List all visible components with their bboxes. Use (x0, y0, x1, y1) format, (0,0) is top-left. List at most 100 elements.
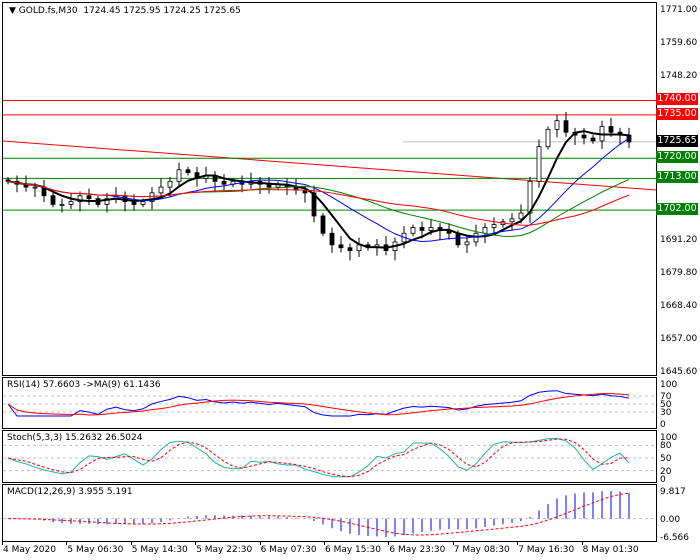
price-chart-panel[interactable]: ▼ GOLD.fs,M30 1724.45 1725.95 1724.25 17… (2, 2, 657, 376)
candle (527, 176, 533, 223)
rsi-axis-label: 30 (660, 408, 672, 418)
candle-body (410, 227, 416, 234)
candle-body (428, 227, 434, 231)
candle (329, 227, 335, 253)
time-tick (259, 541, 261, 545)
candle-body (158, 186, 164, 194)
macd-label: MACD(12,26,9) 3.955 5.191 (7, 487, 133, 497)
time-tick (195, 541, 197, 545)
candle (545, 126, 551, 150)
time-tick (2, 541, 3, 545)
candle (221, 174, 227, 191)
time-axis-label: 8 May 01:30 (582, 545, 639, 555)
candle (536, 139, 542, 188)
candle (50, 192, 56, 208)
candle-body (536, 146, 542, 182)
candle-body (185, 169, 191, 174)
symbol-label: GOLD.fs,M30 (18, 6, 78, 16)
ohlc-values: 1724.45 1725.95 1724.25 1725.65 (83, 6, 241, 16)
candle-body (491, 224, 497, 228)
ma-blue-line (7, 137, 630, 242)
candle (509, 213, 515, 230)
rsi-panel[interactable]: RSI(14) 57.6603 ->MA(9) 61.1436 (2, 377, 657, 429)
candle (437, 223, 443, 241)
candle (68, 192, 74, 210)
candle-body (338, 244, 344, 249)
macd-axis-label: 0.00 (660, 514, 681, 525)
candle-body (581, 134, 587, 139)
candle-body (509, 218, 515, 223)
candle (392, 237, 398, 261)
time-axis-label: 4 May 2020 (3, 545, 56, 555)
candle-body (590, 137, 596, 142)
stoch-main-line (7, 437, 630, 478)
rsi-axis-label: 0 (660, 420, 666, 430)
stoch-axis-label: 80 (660, 441, 672, 452)
candle (491, 217, 497, 234)
macd-axis-label: -6.566 (660, 533, 690, 543)
candle (338, 236, 344, 253)
macd-panel[interactable]: MACD(12,26,9) 3.955 5.191 (2, 484, 657, 542)
candle-body (554, 120, 560, 130)
candle-body (50, 195, 56, 205)
candle-body (59, 204, 65, 206)
candle (626, 127, 632, 149)
candle-body (419, 227, 425, 231)
candle-body (545, 128, 551, 148)
candle-body (329, 232, 335, 246)
candle-body (455, 232, 461, 246)
time-axis-label: 6 May 23:30 (389, 545, 446, 555)
candle (590, 135, 596, 144)
time-axis-label: 5 May 14:30 (131, 545, 188, 555)
candle (464, 236, 470, 253)
candle-body (482, 227, 488, 234)
candle (563, 112, 569, 137)
candle-body (32, 186, 38, 189)
stochastic-panel[interactable]: Stoch(5,3,3) 15.2632 26.5024 (2, 430, 657, 483)
stoch-axis-label: 0 (660, 475, 666, 485)
macd-axis-label: 9.817 (660, 487, 686, 497)
candle (41, 179, 47, 203)
time-tick (517, 541, 519, 545)
time-tick (452, 541, 454, 545)
candle-body (167, 180, 173, 188)
level-tag: 1713.00 (656, 171, 698, 184)
rsi-axis-label: 100 (660, 380, 678, 390)
stoch-label: Stoch(5,3,3) 15.2632 26.5024 (7, 433, 143, 443)
candle-body (86, 195, 92, 200)
candle (266, 176, 272, 194)
candle (320, 213, 326, 237)
ma-green-line (7, 179, 630, 237)
time-tick (388, 541, 390, 545)
candle (275, 181, 281, 190)
candle-body (68, 201, 74, 205)
candle-body (347, 247, 353, 252)
level-tag: 1740.00 (656, 93, 698, 106)
candle (122, 191, 128, 212)
rsi-line (7, 390, 630, 417)
candle (86, 188, 92, 205)
time-tick (66, 541, 68, 545)
candle-body (140, 201, 146, 205)
candle (158, 178, 164, 198)
current-price-tag: 1725.65 (656, 134, 698, 147)
candle (554, 114, 560, 138)
price-plot (3, 99, 656, 261)
time-tick (324, 541, 325, 545)
stoch-axis-label: 50 (660, 454, 672, 464)
candle-body (464, 241, 470, 246)
candle-body (221, 180, 227, 185)
candle (257, 176, 263, 195)
time-axis-label: 6 May 15:30 (325, 545, 381, 555)
collapse-triangle-icon[interactable]: ▼ (9, 6, 16, 16)
candle-body (176, 169, 182, 182)
candle (410, 224, 416, 237)
candle-body (518, 212, 524, 220)
time-axis-label: 6 May 07:30 (260, 545, 317, 555)
time-tick (130, 541, 132, 545)
candle (383, 236, 389, 256)
level-tag: 1720.00 (656, 151, 698, 164)
chart-title: ▼ GOLD.fs,M30 1724.45 1725.95 1724.25 17… (9, 6, 241, 16)
time-axis-label: 7 May 08:30 (453, 545, 510, 555)
time-axis-label: 5 May 22:30 (196, 545, 253, 555)
